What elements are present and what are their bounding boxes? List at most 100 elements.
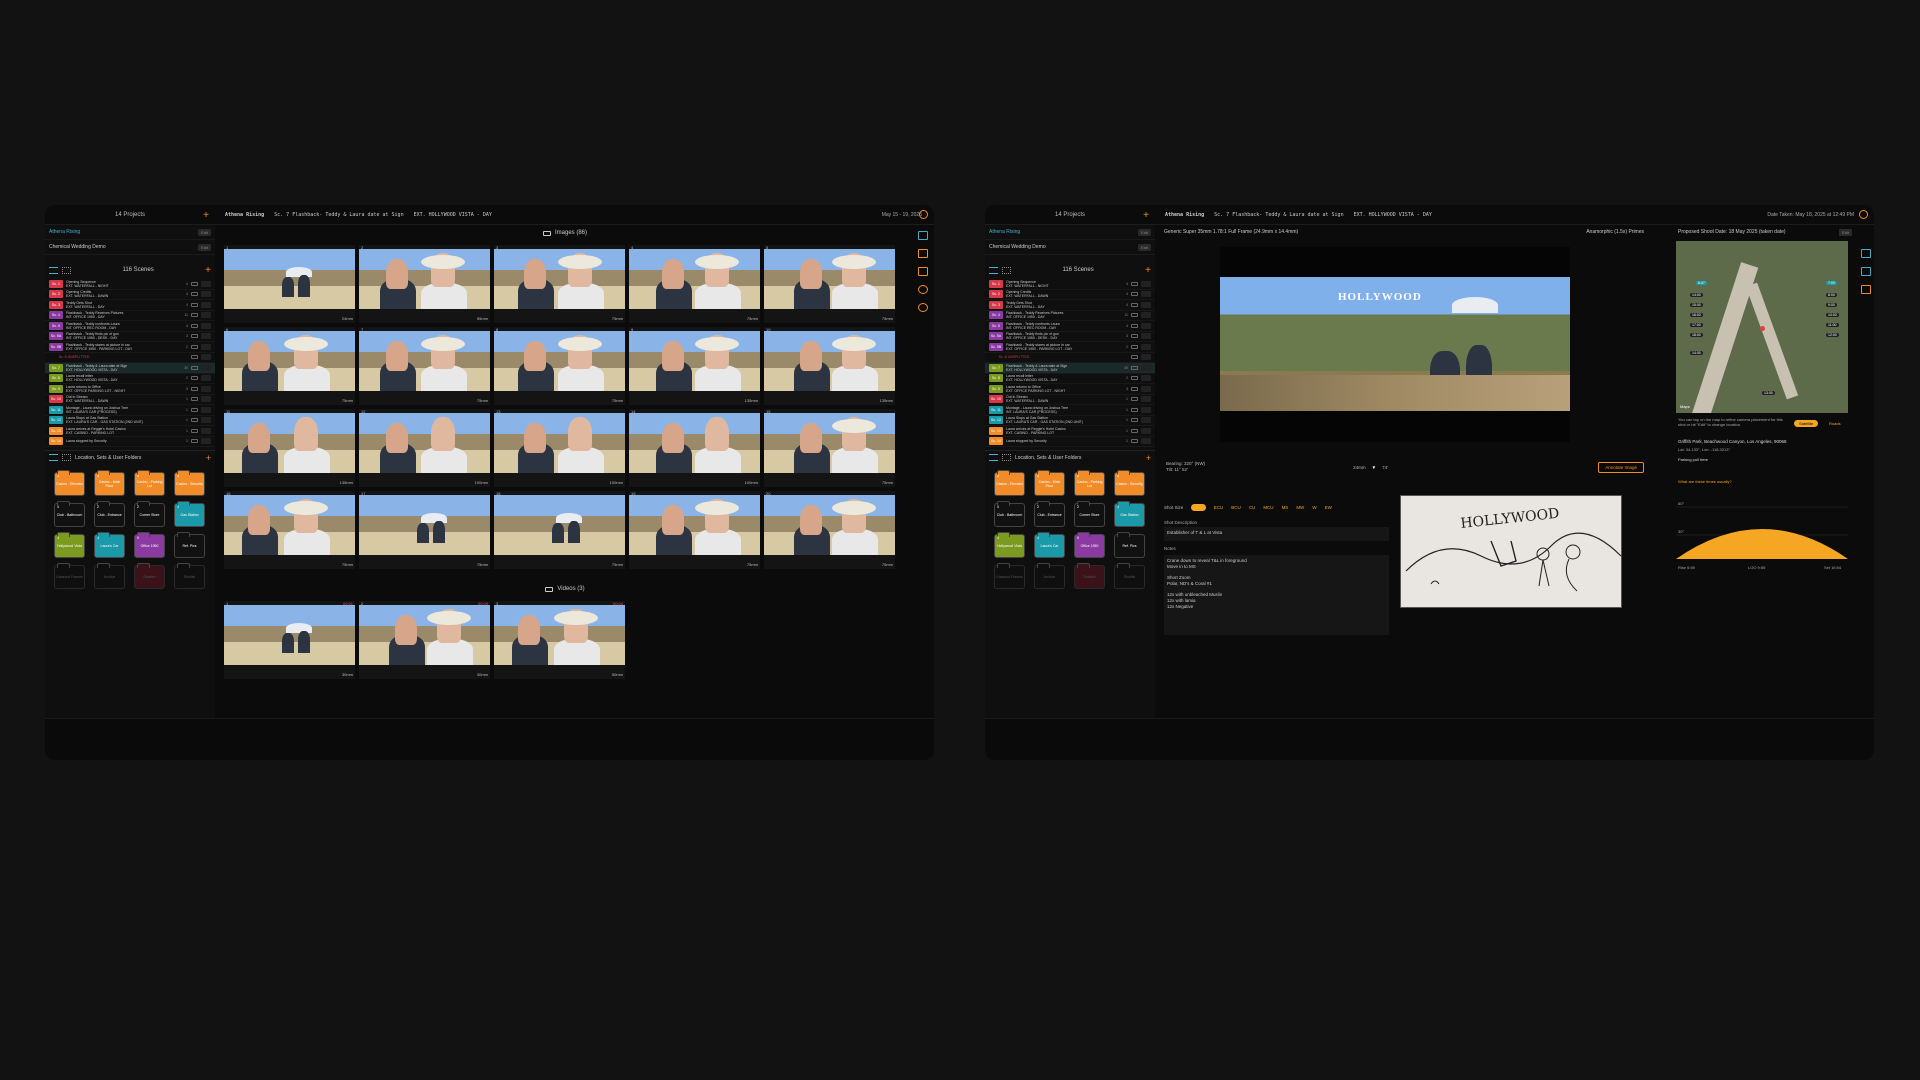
scene-row[interactable]: Sc. 1 Opening Sequence EXT. WATERFALL - NI… — [985, 279, 1155, 290]
folder[interactable]: Deleted — [1074, 563, 1105, 589]
edit-button[interactable] — [1141, 385, 1151, 392]
shot-size-selected[interactable] — [1191, 503, 1206, 511]
edit-button[interactable] — [201, 333, 211, 340]
folder[interactable]: 5 Casino - Security — [174, 470, 205, 496]
folder[interactable]: Deleted — [134, 563, 165, 589]
satellite-button[interactable]: Satellite — [1794, 420, 1819, 427]
scene-row[interactable]: Sc. 14 Laura stopped by Security 1 — [45, 437, 215, 447]
folder[interactable]: Archive — [1034, 563, 1065, 589]
image-thumbnail[interactable]: 16 75mm — [224, 491, 355, 569]
edit-button[interactable] — [201, 322, 211, 329]
edit-button[interactable] — [1141, 280, 1151, 287]
scene-row[interactable]: Sc. 4 Flashback - Teddy Receives Pictures… — [985, 311, 1155, 321]
scene-row[interactable]: Sc. 5A Flashback - Teddy finds pic of gun… — [985, 332, 1155, 342]
folder[interactable]: Shotlist — [1114, 563, 1145, 589]
edit-button[interactable] — [1141, 291, 1151, 298]
breadcrumb-project[interactable]: Athena Rising — [1165, 212, 1204, 218]
edit-button[interactable] — [1141, 301, 1151, 308]
edit-button[interactable] — [201, 291, 211, 298]
folder[interactable]: 3 Laura's Car — [94, 532, 125, 558]
scene-row[interactable]: Sc. 5 Flashback - Teddy confronts Laura IN… — [45, 321, 215, 332]
shot-size-option[interactable]: W — [1312, 505, 1316, 510]
list-view-icon[interactable] — [989, 454, 998, 461]
edit-button[interactable] — [201, 301, 211, 308]
folder[interactable]: 3 Laura's Car — [1034, 532, 1065, 558]
location-map[interactable]: 6:47 14:00 15:00 16:00 17:00 18:00 7:00 8:00 9:0… — [1676, 241, 1848, 413]
zoom-in-icon[interactable] — [918, 285, 928, 294]
edit-button[interactable] — [1141, 343, 1151, 350]
scene-row[interactable]: Sc. 6 UNSPLITTED — [985, 353, 1155, 363]
grid-icon[interactable] — [1861, 249, 1871, 258]
add-folder-icon[interactable]: + — [1146, 453, 1151, 463]
image-thumbnail[interactable]: 7 75mm — [359, 327, 490, 405]
scene-row[interactable]: Sc. 6 UNSPLITTED — [45, 353, 215, 363]
list-view-icon[interactable] — [49, 266, 58, 274]
edit-button[interactable] — [201, 375, 211, 382]
image-thumbnail[interactable]: 1 24mm — [224, 245, 355, 323]
edit-button[interactable] — [201, 280, 211, 287]
scene-row[interactable]: Sc. 10 Out in Stream EXT. WATERFALL - DAWN… — [985, 395, 1155, 405]
folder[interactable]: Archive — [94, 563, 125, 589]
scene-row[interactable]: Sc. 12 Laura Stops at Gas Station EXT. LAU… — [45, 416, 215, 426]
image-thumbnail[interactable]: 13 100mm — [494, 409, 625, 487]
shot-size-option[interactable]: ECU — [1214, 505, 1224, 510]
folder[interactable]: 3 Gas Station — [174, 501, 205, 527]
frame-viewer[interactable]: HOLLYWOOD — [1220, 247, 1570, 442]
edit-button[interactable] — [201, 417, 211, 424]
sun-question[interactable]: What are these times usually? — [1678, 479, 1732, 484]
image-thumbnail[interactable]: 17 75mm — [359, 491, 490, 569]
image-thumbnail[interactable]: 11 135mm — [224, 409, 355, 487]
grid-view-icon[interactable] — [62, 266, 71, 274]
shot-size-option[interactable]: BCU — [1231, 505, 1241, 510]
projects-header[interactable]: 14 Projects + — [985, 210, 1155, 221]
edit-button[interactable] — [201, 396, 211, 403]
edit-button[interactable] — [201, 438, 211, 445]
folder[interactable]: Ref. Pics — [174, 532, 205, 558]
image-thumbnail[interactable]: 2 55mm — [359, 245, 490, 323]
breadcrumb-scene[interactable]: Sc. 7 Flashback- Teddy & Laura date at S… — [1214, 212, 1343, 218]
shot-size-option[interactable]: MCU — [1263, 505, 1273, 510]
scene-row[interactable]: Sc. 12 Laura Stops at Gas Station EXT. LAU… — [985, 416, 1155, 426]
lens-set[interactable]: Anamorphic (1.5x) Primes — [1586, 229, 1644, 235]
edit-button[interactable]: Edit — [198, 228, 211, 236]
scene-row[interactable]: Sc. 10 Out in Stream EXT. WATERFALL - DAWN… — [45, 395, 215, 405]
image-thumbnail[interactable]: 10 135mm — [764, 327, 895, 405]
folder[interactable]: 2 Club - Entrance — [1034, 501, 1065, 527]
edit-button[interactable] — [201, 427, 211, 434]
grid-view-icon[interactable] — [62, 454, 71, 461]
breadcrumb-location[interactable]: EXT. HOLLYWOOD VISTA - DAY — [1354, 212, 1432, 218]
annotate-image-button[interactable]: Annotate Image — [1598, 461, 1644, 473]
grid-view-icon[interactable] — [1002, 454, 1011, 461]
image-thumbnail[interactable]: 12 100mm — [359, 409, 490, 487]
list-view-icon[interactable] — [49, 454, 58, 461]
list-view-icon[interactable] — [989, 266, 998, 274]
add-scene-icon[interactable]: + — [205, 265, 211, 276]
shot-size-option[interactable]: MW — [1296, 505, 1304, 510]
breadcrumb-location[interactable]: EXT. HOLLYWOOD VISTA - DAY — [414, 212, 492, 218]
image-thumbnail[interactable]: 15 75mm — [764, 409, 895, 487]
image-thumbnail[interactable]: 20 75mm — [764, 491, 895, 569]
folder[interactable]: Ref. Pics — [1114, 532, 1145, 558]
notes-field[interactable]: Crane down to reveal T&L in foreground Mo… — [1164, 555, 1389, 635]
shot-size-option[interactable]: EW — [1325, 505, 1332, 510]
folder[interactable]: 5 Casino - Security — [1114, 470, 1145, 496]
folder[interactable]: 5 Office 1950 — [134, 532, 165, 558]
image-thumbnail[interactable]: 8 75mm — [494, 327, 625, 405]
image-icon[interactable] — [1861, 267, 1871, 276]
grid-icon[interactable] — [918, 231, 928, 240]
scene-row[interactable]: Sc. 7 Flashback - Teddy & Laura date at S… — [45, 363, 215, 374]
image-thumbnail[interactable]: 14 100mm — [629, 409, 760, 487]
edit-button[interactable] — [1141, 322, 1151, 329]
shot-size-option[interactable]: CU — [1249, 505, 1256, 510]
edit-button[interactable]: Edit — [198, 243, 211, 251]
project-row[interactable]: Chemical Wedding Demo Edit — [985, 240, 1155, 255]
scene-row[interactable]: Sc. 9 Laura returns to Office EXT. OFFICE … — [45, 384, 215, 395]
folder[interactable]: 3 Gas Station — [1114, 501, 1145, 527]
image-thumbnail[interactable]: 6 75mm — [224, 327, 355, 405]
folder[interactable]: 5 Casino - Main Floor — [94, 470, 125, 496]
edit-button[interactable]: Edit — [1138, 228, 1151, 236]
scene-row[interactable]: Sc. 4 Flashback - Teddy Receives Pictures… — [45, 311, 215, 321]
edit-button[interactable] — [1141, 396, 1151, 403]
scene-row[interactable]: Sc. 14 Laura stopped by Security 1 — [985, 437, 1155, 447]
add-project-icon[interactable]: + — [203, 210, 209, 221]
